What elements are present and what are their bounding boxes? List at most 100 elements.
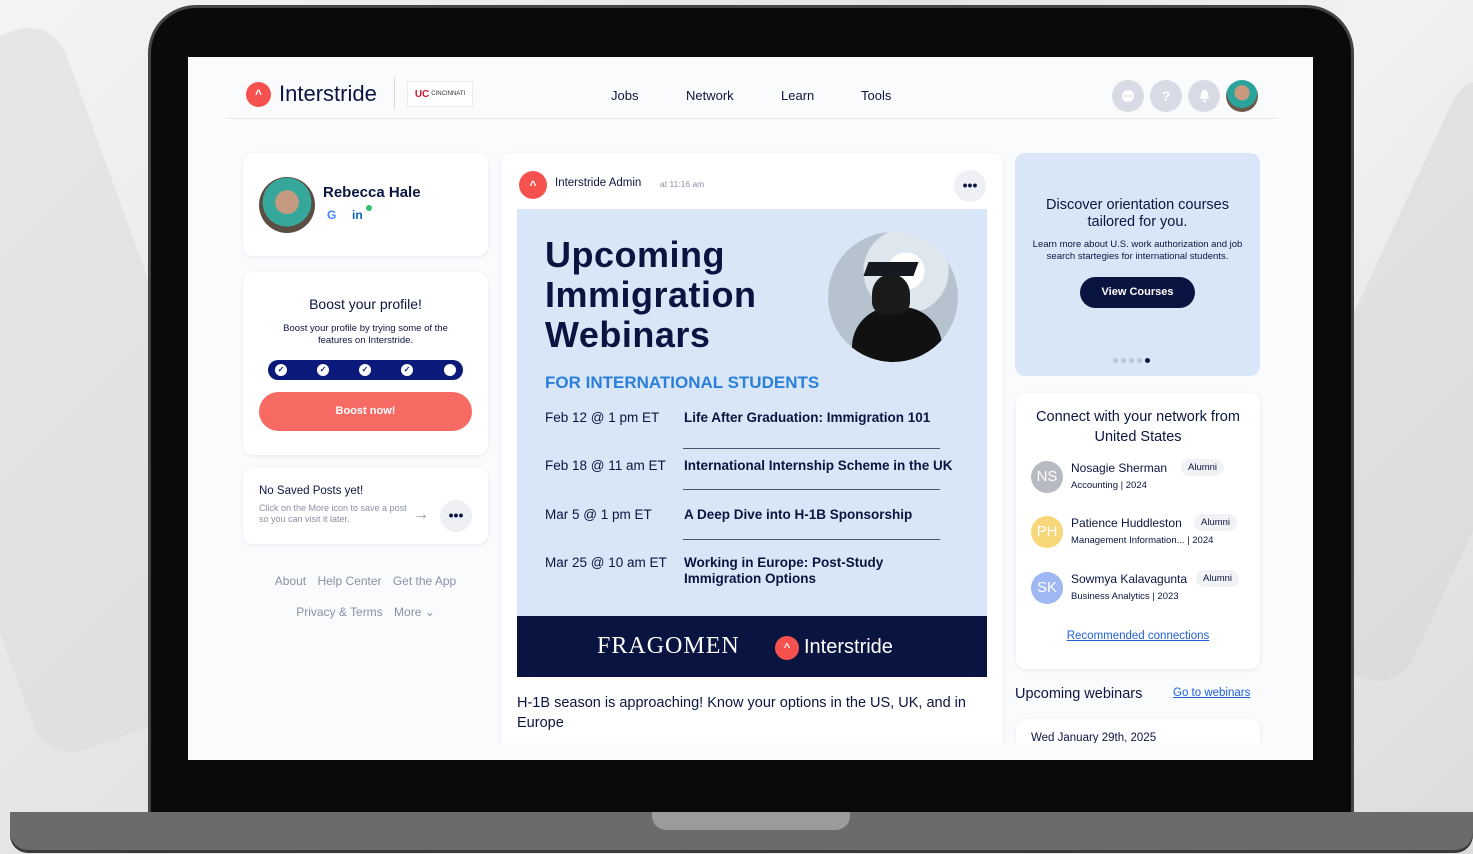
boost-now-button[interactable]: Boost now! [259,392,472,431]
webinar-title: International Internship Scheme in the U… [684,458,953,473]
list-item[interactable]: SK Sowmya Kalavagunta Alumni Business An… [1031,570,1256,612]
view-courses-button[interactable]: View Courses [1080,277,1195,308]
saved-title: No Saved Posts yet! [259,485,364,497]
person-name: Sowmya Kalavagunta [1071,572,1188,586]
interstride-logo-icon: ^ [775,636,799,660]
banner-title: Upcoming Immigration Webinars [545,235,757,355]
laptop-notch [652,812,850,830]
google-icon: G [327,208,337,222]
help-icon[interactable]: ? [1150,80,1182,112]
alumni-badge: Alumni [1196,570,1240,587]
person-details: Accounting | 2024 [1071,480,1147,491]
avatar: NS [1031,461,1063,493]
footer-help-center[interactable]: Help Center [317,574,381,588]
person-name: Patience Huddleston [1071,516,1182,530]
app-screen: ^ Interstride UC CINCINNATI Jobs Network … [188,57,1313,760]
progress-step-empty [444,364,456,376]
carousel-dot[interactable] [1121,358,1126,363]
person-details: Business Analytics | 2023 [1071,591,1179,602]
linkedin-connected-dot [366,205,372,211]
fragomen-logo: FRAGOMEN [597,633,740,659]
boost-description: Boost your profile by trying some of the… [283,323,448,346]
more-icon[interactable]: ••• [440,500,472,532]
post-more-button[interactable]: ••• [954,170,986,202]
profile-avatar[interactable] [259,177,315,233]
footer-about[interactable]: About [275,574,306,588]
footer-privacy-terms[interactable]: Privacy & Terms [296,605,382,619]
university-logo: UC CINCINNATI [407,81,473,107]
linkedin-icon: in [352,208,363,222]
alumni-badge: Alumni [1194,514,1238,531]
user-avatar[interactable] [1226,80,1258,112]
webinar-date: Feb 18 @ 11 am ET [545,458,666,473]
chat-icon[interactable] [1112,80,1144,112]
webinar-date: Feb 12 @ 1 pm ET [545,410,660,425]
carousel-dot[interactable] [1137,358,1142,363]
nav-jobs[interactable]: Jobs [611,88,638,103]
top-nav: ^ Interstride UC CINCINNATI Jobs Network … [226,57,1278,119]
promo-text: Learn more about U.S. work authorization… [1032,239,1243,262]
progress-step-check-icon: ✓ [359,364,371,376]
saved-posts-card: No Saved Posts yet! Click on the More ic… [243,468,488,544]
carousel-dot-active[interactable] [1145,358,1150,363]
footer-get-app[interactable]: Get the App [393,574,456,588]
saved-description: Click on the More icon to save a post so… [259,503,407,524]
progress-step-check-icon: ✓ [275,364,287,376]
nav-network[interactable]: Network [686,88,734,103]
graduate-photo [828,232,958,362]
go-to-webinars-link[interactable]: Go to webinars [1173,687,1250,699]
avatar: PH [1031,516,1063,548]
progress-step-check-icon: ✓ [401,364,413,376]
recommended-connections-link[interactable]: Recommended connections [1016,630,1260,642]
post-text: H-1B season is approaching! Know your op… [517,695,966,731]
nav-learn[interactable]: Learn [781,88,814,103]
boost-profile-card: Boost your profile! Boost your profile b… [243,272,488,455]
banner-footer: FRAGOMEN ^ Interstride [517,616,987,677]
bell-icon[interactable] [1188,80,1220,112]
upcoming-webinars-title: Upcoming webinars [1015,686,1143,702]
post-time: at 11:16 am [660,179,705,189]
person-details: Management Information... | 2024 [1071,535,1214,546]
interstride-logo[interactable]: ^ Interstride [246,81,377,107]
webinar-title: Life After Graduation: Immigration 101 [684,410,931,425]
post-author-logo: ^ [519,171,547,199]
logo-mark-icon: ^ [246,81,271,107]
arrow-right-icon: → [413,506,429,523]
banner-subtitle: FOR INTERNATIONAL STUDENTS [545,373,820,392]
webinar-title: A Deep Dive into H-1B Sponsorship [684,507,913,522]
footer-more[interactable]: More ⌄ [394,605,435,619]
network-connect-card: Connect with your network from United St… [1016,393,1260,669]
footer-links: About Help Center Get the App Privacy & … [243,566,488,628]
post-banner-image[interactable]: Upcoming Immigration Webinars FOR INTERN… [517,209,987,677]
avatar: SK [1031,572,1063,604]
feed-post: ^ Interstride Admin at 11:16 am ••• Upco… [501,153,1003,760]
profile-card: Rebecca Hale G in [243,153,488,256]
person-name: Nosagie Sherman [1071,461,1168,475]
logo-divider [394,77,395,109]
webinar-date: Mar 5 @ 1 pm ET [545,507,652,522]
boost-progress: ✓ ✓ ✓ ✓ [268,360,463,380]
carousel-dot[interactable] [1129,358,1134,363]
carousel-dots [1113,358,1150,363]
boost-title: Boost your profile! [309,296,422,312]
banner-title-line: Webinars [545,314,711,355]
courses-promo-card: Discover orientation courses tailored fo… [1015,153,1260,376]
divider [683,539,940,540]
post-author[interactable]: Interstride Admin [555,177,641,189]
screen-edge [188,743,1313,760]
webinar-date: Mar 25 @ 10 am ET [545,555,667,570]
nav-tools[interactable]: Tools [861,88,891,103]
profile-name[interactable]: Rebecca Hale [323,184,421,201]
nav-icons: ? [1112,80,1258,112]
list-item[interactable]: PH Patience Huddleston Alumni Management… [1031,514,1256,556]
divider [683,448,940,449]
alumni-badge: Alumni [1181,459,1225,476]
banner-title-line: Upcoming [545,234,725,275]
list-item[interactable]: NS Nosagie Sherman Alumni Accounting | 2… [1031,459,1256,501]
university-name: CINCINNATI [431,91,466,97]
banner-title-line: Immigration [545,274,757,315]
carousel-dot[interactable] [1113,358,1118,363]
webinar-title: Working in Europe: Post-Study Immigratio… [684,555,884,586]
university-mark: UC [414,88,430,100]
progress-step-check-icon: ✓ [317,364,329,376]
